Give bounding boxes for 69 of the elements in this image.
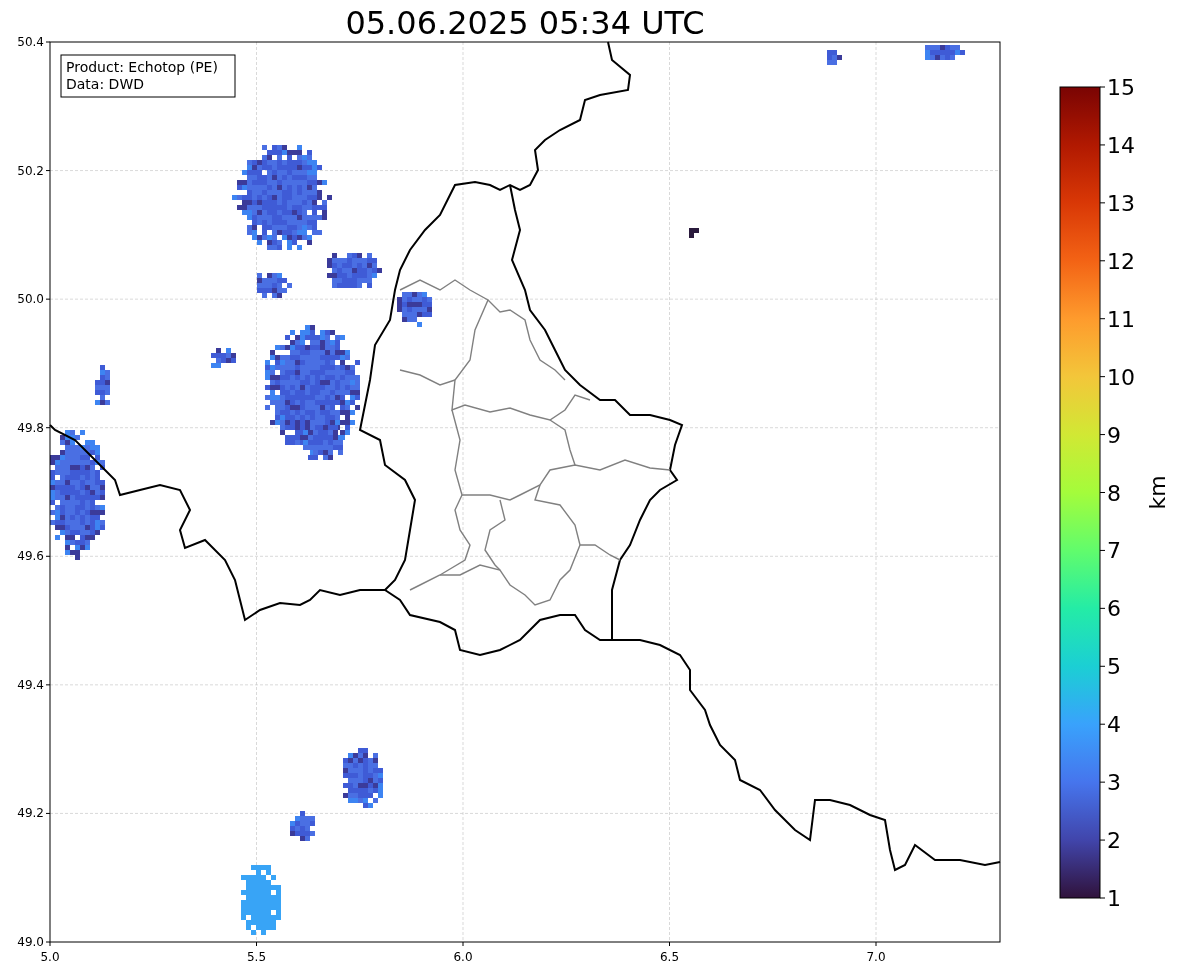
tick-mark	[1099, 897, 1106, 899]
colorbar-tick-label: 7	[1107, 538, 1121, 564]
tick-mark	[669, 941, 670, 947]
colorbar-tick-label: 15	[1107, 75, 1135, 100]
tick-label: 5.0	[40, 950, 60, 964]
tick-label: 50.0	[17, 292, 44, 307]
tick-mark	[1099, 549, 1106, 551]
tick-mark	[45, 812, 51, 814]
radar-echo-drawing	[925, 45, 965, 60]
colorbar-tick-label: 11	[1107, 306, 1135, 332]
tick-label: 7.0	[866, 950, 886, 964]
colorbar-tick-label: 13	[1107, 190, 1135, 216]
radar-echo-drawing	[689, 228, 699, 238]
colorbar-tick-label: 2	[1107, 828, 1121, 854]
tick-label: 50.2	[17, 163, 44, 178]
info-text: Product: Echotop (PE)	[66, 59, 218, 75]
tick-label: 49.8	[17, 420, 44, 435]
tick-mark	[256, 941, 257, 947]
colorbar-tick-label: 14	[1107, 132, 1135, 158]
colorbar-tick-label: 3	[1107, 770, 1121, 796]
colorbar-label: km	[1145, 475, 1170, 510]
tick-mark	[1099, 607, 1106, 609]
tick-mark	[462, 941, 464, 947]
tick-mark	[45, 684, 51, 686]
radar-echo-drawing	[257, 273, 292, 298]
colorbar-tick-label: 9	[1107, 422, 1121, 448]
tick-mark	[875, 941, 877, 947]
tick-mark	[1099, 86, 1106, 88]
tick-label: 49.2	[17, 806, 44, 821]
colorbar-tick-label: 8	[1107, 480, 1121, 506]
tick-mark	[45, 41, 51, 43]
tick-mark	[1099, 839, 1106, 841]
radar-echo-drawing	[290, 811, 315, 841]
chart-title: 05.06.2025 05:34 UTC	[345, 4, 705, 42]
tick-mark	[1099, 781, 1106, 783]
colorbar-tick-label: 1	[1107, 886, 1121, 911]
tick-mark	[1099, 318, 1106, 320]
tick-mark	[45, 427, 51, 429]
tick-mark	[1099, 434, 1106, 436]
tick-mark	[1099, 202, 1106, 204]
colorbar-tick-label: 5	[1107, 654, 1121, 680]
tick-mark	[1099, 260, 1106, 262]
tick-mark	[45, 298, 51, 300]
tick-label: 50.4	[17, 35, 44, 49]
tick-mark	[1099, 144, 1106, 146]
colorbar-tick-label: 4	[1107, 712, 1121, 738]
tick-label: 6.5	[659, 950, 680, 964]
radar-echo-drawing	[211, 348, 236, 368]
colorbar-tick-label: 10	[1107, 364, 1135, 390]
tick-label: 49.4	[17, 677, 44, 692]
tick-mark	[1099, 376, 1106, 378]
tick-mark	[1099, 665, 1106, 667]
radar-echo-drawing	[95, 365, 110, 405]
radar-echo-drawing	[827, 50, 842, 65]
tick-mark	[1099, 492, 1106, 493]
tick-label: 5.5	[246, 950, 267, 964]
colorbar-tick-label: 6	[1107, 596, 1121, 622]
radar-echo-drawing	[327, 253, 382, 288]
radar-echo-drawing	[397, 292, 432, 327]
tick-mark	[45, 170, 51, 172]
info-text: Data: DWD	[66, 76, 144, 92]
radar-echo-drawing	[241, 865, 281, 935]
tick-label: 6.0	[453, 950, 473, 964]
tick-mark	[1099, 723, 1106, 725]
radar-echo-drawing	[343, 748, 383, 808]
tick-mark	[45, 555, 51, 557]
tick-label: 49.0	[17, 935, 44, 949]
tick-label: 49.6	[17, 549, 44, 564]
colorbar-tick-label: 12	[1107, 248, 1135, 274]
